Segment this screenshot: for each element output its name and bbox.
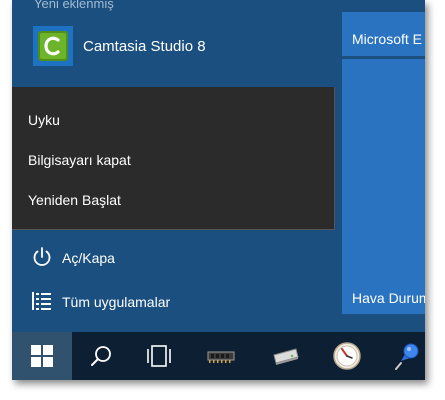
windows-logo-icon: [31, 345, 53, 367]
memory-chip-icon: [207, 351, 235, 363]
taskbar-app-chip[interactable]: [192, 332, 250, 380]
recently-added-header: Yeni eklenmiş: [34, 0, 114, 11]
clock-icon: [333, 342, 361, 370]
power-button-label: Aç/Kapa: [62, 250, 115, 266]
camtasia-label: Camtasia Studio 8: [83, 38, 206, 55]
tile-microsoft-edge[interactable]: Microsoft E: [342, 12, 425, 56]
taskbar-app-clock[interactable]: [318, 332, 376, 380]
screenshot-frame: Yeni eklenmiş Camtasia Studio 8 Microsof…: [12, 0, 425, 380]
sleep-option[interactable]: Uyku: [28, 112, 60, 128]
shutdown-option[interactable]: Bilgisayarı kapat: [28, 152, 131, 168]
start-button[interactable]: [12, 332, 72, 380]
task-view-button[interactable]: [130, 332, 188, 380]
start-menu: Yeni eklenmiş Camtasia Studio 8 Microsof…: [12, 0, 425, 332]
tile-weather[interactable]: Hava Durum: [342, 59, 425, 314]
search-button[interactable]: [72, 332, 130, 380]
taskbar-app-drive[interactable]: [256, 332, 314, 380]
taskbar-app-pin[interactable]: [378, 332, 425, 380]
taskbar: [12, 332, 425, 380]
pushpin-icon: [395, 343, 419, 370]
task-view-icon: [147, 345, 171, 367]
search-icon: [91, 346, 111, 366]
list-icon: [32, 292, 51, 310]
all-apps-label: Tüm uygulamalar: [62, 294, 171, 310]
power-options-flyout: Uyku Bilgisayarı kapat Yeniden Başlat: [12, 87, 335, 230]
camtasia-icon: [33, 26, 73, 66]
restart-option[interactable]: Yeniden Başlat: [28, 192, 121, 208]
power-button[interactable]: Aç/Kapa: [12, 240, 332, 276]
all-apps-button[interactable]: Tüm uygulamalar: [12, 284, 332, 320]
power-icon: [33, 247, 51, 266]
tile-microsoft-edge-label: Microsoft E: [352, 31, 423, 47]
tile-weather-label: Hava Durum: [352, 290, 425, 306]
recent-app-camtasia[interactable]: Camtasia Studio 8: [12, 23, 332, 71]
hard-drive-icon: [273, 348, 299, 365]
